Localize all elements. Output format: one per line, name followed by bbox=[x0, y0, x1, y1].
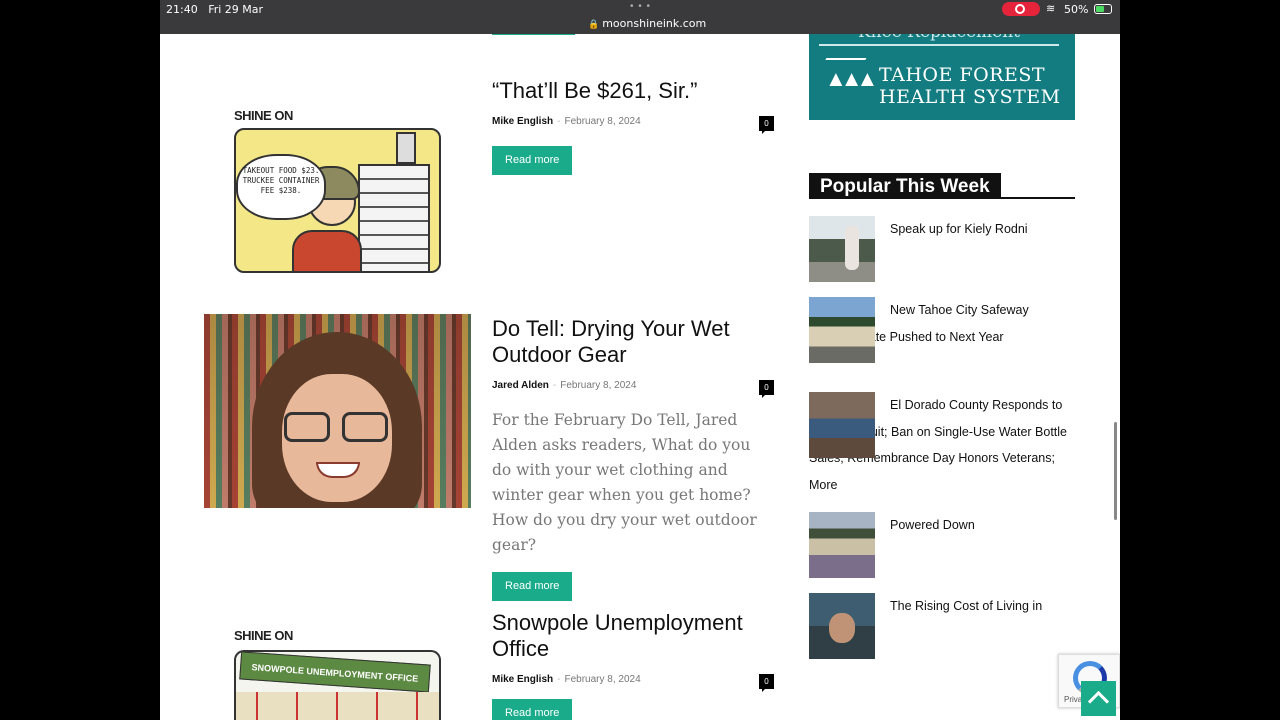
cartoon-label: SHINE ON bbox=[234, 628, 293, 643]
battery-icon bbox=[1094, 4, 1112, 14]
article-card: SHINE ON SNOWPOLE UNEMPLOYMENT OFFICE Sn… bbox=[204, 608, 774, 720]
ad-brand: TAHOE FOREST HEALTH SYSTEM bbox=[879, 64, 1061, 108]
popular-widget-title: Popular This Week bbox=[809, 173, 1075, 199]
cartoon-label: SHINE ON bbox=[234, 108, 293, 123]
battery-percent: 50% bbox=[1064, 3, 1089, 16]
article-meta: Jared Alden - February 8, 2024 0 bbox=[492, 380, 774, 398]
cartoon-panel: TAKEOUT FOOD $23. TRUCKEE CONTAINER FEE … bbox=[234, 128, 441, 273]
article-meta: Mike English - February 8, 2024 0 bbox=[492, 116, 774, 134]
article-date: February 8, 2024 bbox=[564, 116, 641, 127]
cup-drawing bbox=[396, 132, 416, 164]
advertisement-banner[interactable]: Knee Replacement ▲▲▲ TAHOE FOREST HEALTH… bbox=[809, 34, 1075, 120]
read-more-button-partial[interactable] bbox=[492, 34, 575, 35]
web-page: SHINE ON TAKEOUT FOOD $23. TRUCKEE CONTA… bbox=[160, 34, 1120, 720]
page-scrollbar[interactable] bbox=[1114, 422, 1117, 520]
status-bar: 21:40 Fri 29 Mar • • • 🔒 moonshineink.com… bbox=[160, 0, 1120, 34]
article-thumbnail[interactable]: SHINE ON TAKEOUT FOOD $23. TRUCKEE CONTA… bbox=[204, 94, 471, 282]
read-more-button[interactable]: Read more bbox=[492, 572, 573, 601]
article-card: SHINE ON TAKEOUT FOOD $23. TRUCKEE CONTA… bbox=[204, 76, 774, 282]
article-card: Do Tell: Drying Your Wet Outdoor Gear Ja… bbox=[204, 314, 774, 601]
wifi-icon: ≋ bbox=[1046, 3, 1056, 15]
read-more-button[interactable]: Read more bbox=[492, 146, 573, 175]
scroll-to-top-button[interactable] bbox=[1081, 681, 1116, 716]
status-time: 21:40 Fri 29 Mar bbox=[166, 3, 264, 16]
awning-drawing bbox=[236, 692, 439, 720]
comment-count-badge[interactable]: 0 bbox=[759, 116, 774, 134]
multitask-dots-icon[interactable]: • • • bbox=[630, 1, 651, 12]
ad-headline: Knee Replacement bbox=[819, 34, 1059, 42]
trees-logo-icon: ▲▲▲ bbox=[825, 66, 878, 91]
glasses-drawing bbox=[284, 412, 392, 442]
popular-item[interactable]: The Rising Cost of Living in California bbox=[809, 593, 1075, 659]
popular-item[interactable]: New Tahoe City Safeway Opening Date Push… bbox=[809, 297, 1075, 363]
article-meta: Mike English - February 8, 2024 0 bbox=[492, 674, 774, 692]
article-thumbnail[interactable]: SHINE ON SNOWPOLE UNEMPLOYMENT OFFICE bbox=[204, 622, 471, 720]
popular-item[interactable]: Speak up for Kiely Rodni bbox=[809, 216, 1075, 282]
comment-count-badge[interactable]: 0 bbox=[759, 674, 774, 692]
speech-bubble: TAKEOUT FOOD $23. TRUCKEE CONTAINER FEE … bbox=[236, 154, 326, 220]
article-date: February 8, 2024 bbox=[560, 380, 637, 391]
popular-item[interactable]: El Dorado County Responds to State Lawsu… bbox=[809, 392, 1075, 498]
popular-item-thumbnail[interactable] bbox=[809, 297, 875, 363]
article-date: February 8, 2024 bbox=[564, 674, 641, 685]
article-title[interactable]: Snowpole Unemployment Office bbox=[492, 610, 774, 662]
article-excerpt: For the February Do Tell, Jared Alden as… bbox=[492, 411, 757, 554]
cartoon-image: SHINE ON TAKEOUT FOOD $23. TRUCKEE CONTA… bbox=[204, 94, 471, 282]
popular-item-thumbnail[interactable] bbox=[809, 512, 875, 578]
article-title[interactable]: “That’ll Be $261, Sir.” bbox=[492, 78, 774, 104]
read-more-button[interactable]: Read more bbox=[492, 699, 573, 720]
screen-recording-icon[interactable] bbox=[1002, 2, 1040, 16]
cartoon-sign: SNOWPOLE UNEMPLOYMENT OFFICE bbox=[239, 652, 431, 693]
author-link[interactable]: Jared Alden bbox=[492, 380, 549, 391]
popular-item-thumbnail[interactable] bbox=[809, 593, 875, 659]
recaptcha-privacy-link[interactable]: Priva bbox=[1064, 695, 1082, 704]
lock-icon: 🔒 bbox=[588, 20, 600, 30]
cartoon-panel: SNOWPOLE UNEMPLOYMENT OFFICE bbox=[234, 650, 441, 720]
comment-count-badge[interactable]: 0 bbox=[759, 380, 774, 398]
author-link[interactable]: Mike English bbox=[492, 674, 553, 685]
article-title[interactable]: Do Tell: Drying Your Wet Outdoor Gear bbox=[492, 316, 774, 368]
article-thumbnail[interactable] bbox=[204, 314, 471, 508]
container-stack-drawing bbox=[358, 164, 430, 271]
person-body-drawing bbox=[292, 230, 362, 271]
ad-divider bbox=[819, 44, 1059, 46]
popular-item-thumbnail[interactable] bbox=[809, 392, 875, 458]
popular-item-thumbnail[interactable] bbox=[809, 216, 875, 282]
popular-item[interactable]: Powered Down bbox=[809, 512, 1075, 578]
author-link[interactable]: Mike English bbox=[492, 116, 553, 127]
cartoon-image: SHINE ON SNOWPOLE UNEMPLOYMENT OFFICE bbox=[204, 622, 471, 720]
address-bar[interactable]: 🔒 moonshineink.com bbox=[588, 17, 706, 30]
